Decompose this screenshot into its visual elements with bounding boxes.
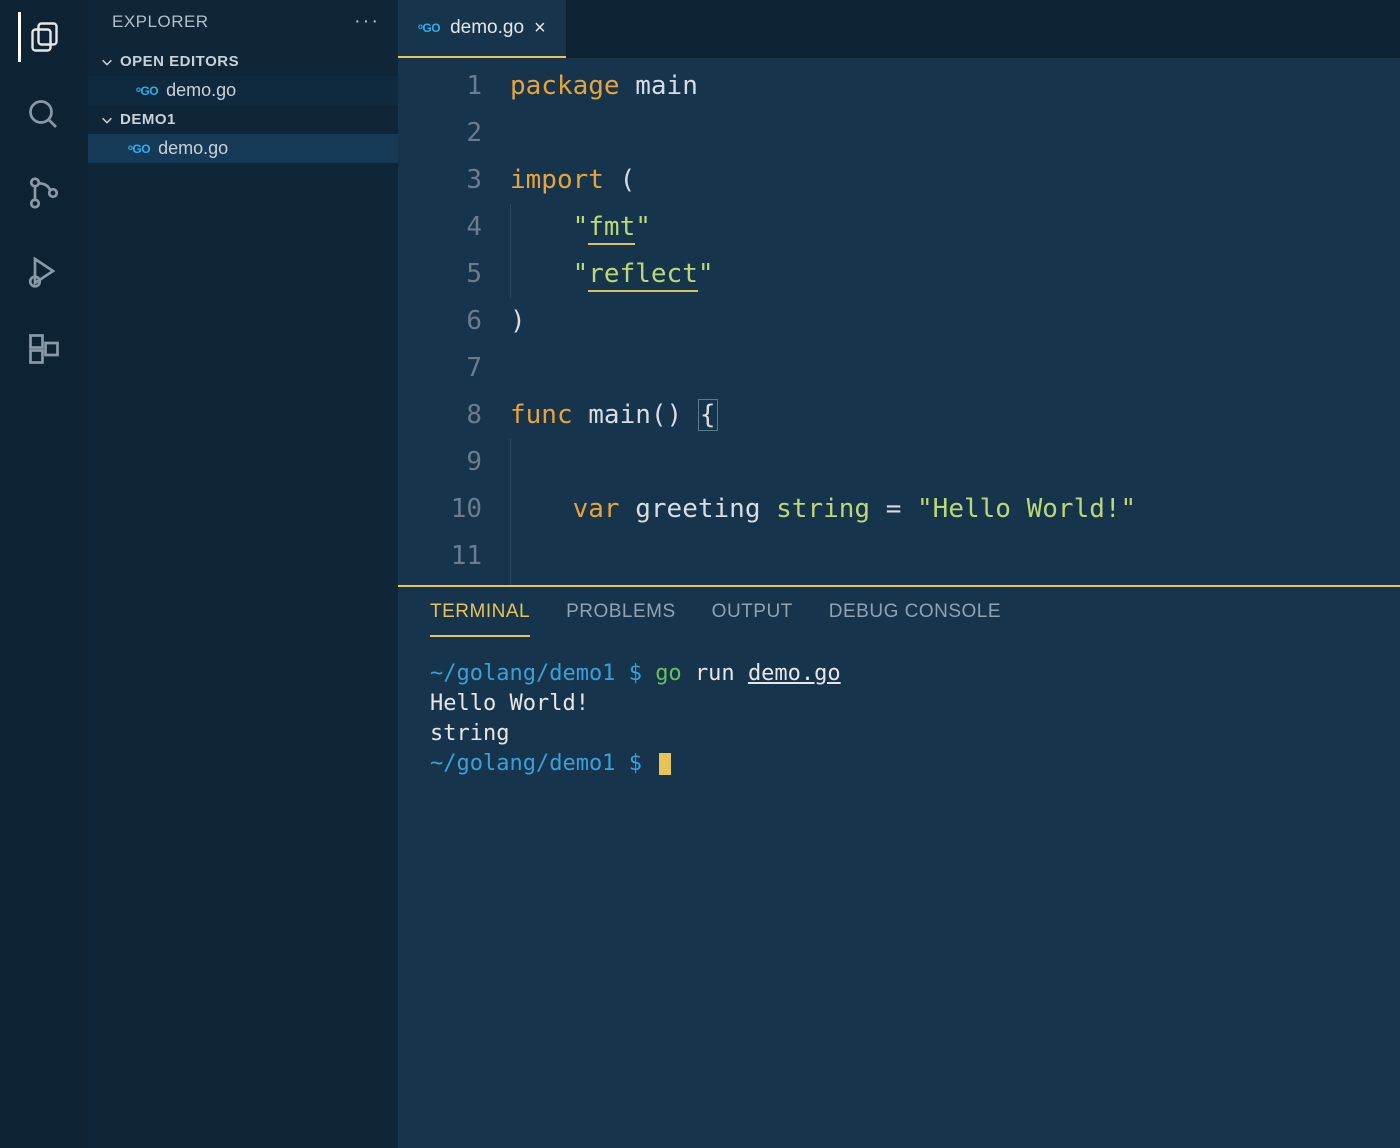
tab-debug-console[interactable]: DEBUG CONSOLE [829, 601, 1001, 637]
open-editor-filename: demo.go [166, 80, 236, 101]
open-editors-section[interactable]: OPEN EDITORS [88, 47, 398, 76]
terminal-path: ~/golang/demo1 [430, 751, 615, 776]
terminal-file: demo.go [748, 661, 841, 686]
search-icon[interactable] [19, 90, 69, 140]
tab-problems[interactable]: PROBLEMS [566, 601, 676, 637]
terminal-command: go [655, 661, 682, 686]
file-tree-item[interactable]: ᵒGO demo.go [88, 134, 398, 163]
terminal-line: ~/golang/demo1 $ go run demo.go [430, 659, 1368, 689]
bottom-panel: TERMINAL PROBLEMS OUTPUT DEBUG CONSOLE ~… [398, 585, 1400, 1148]
activity-bar [0, 0, 88, 1148]
tab-output[interactable]: OUTPUT [712, 601, 793, 637]
terminal-line: ~/golang/demo1 $ [430, 749, 1368, 779]
line-gutter: 12345678910111213141516 [398, 59, 510, 585]
code-editor[interactable]: 12345678910111213141516 package mainimpo… [398, 58, 1400, 585]
main-area: ᵒGO demo.go × 12345678910111213141516 pa… [398, 0, 1400, 1148]
code-content[interactable]: package mainimport ( "fmt" "reflect")fun… [510, 59, 1400, 585]
terminal-output[interactable]: ~/golang/demo1 $ go run demo.go Hello Wo… [398, 637, 1400, 1148]
tab-demo-go[interactable]: ᵒGO demo.go × [398, 0, 566, 58]
folder-section[interactable]: DEMO1 [88, 105, 398, 134]
file-tree-filename: demo.go [158, 138, 228, 159]
folder-label: DEMO1 [120, 111, 176, 128]
sidebar-title: EXPLORER [112, 12, 209, 32]
go-file-icon: ᵒGO [418, 21, 440, 35]
terminal-output-line: Hello World! [430, 689, 1368, 719]
tab-label: demo.go [450, 17, 524, 39]
terminal-path: ~/golang/demo1 [430, 661, 615, 686]
terminal-prompt: $ [629, 661, 656, 686]
go-file-icon: ᵒGO [136, 84, 158, 98]
go-file-icon: ᵒGO [128, 142, 150, 156]
terminal-output-line: string [430, 719, 1368, 749]
debug-icon[interactable] [19, 246, 69, 296]
source-control-icon[interactable] [19, 168, 69, 218]
open-editors-label: OPEN EDITORS [120, 53, 239, 70]
more-icon[interactable]: ··· [354, 10, 380, 33]
terminal-cursor [659, 753, 671, 775]
chevron-down-icon [100, 55, 114, 69]
chevron-down-icon [100, 113, 114, 127]
terminal-prompt: $ [629, 751, 642, 776]
panel-tabs: TERMINAL PROBLEMS OUTPUT DEBUG CONSOLE [398, 587, 1400, 637]
extensions-icon[interactable] [19, 324, 69, 374]
explorer-icon[interactable] [18, 12, 68, 62]
sidebar-header: EXPLORER ··· [88, 0, 398, 47]
editor-tabs: ᵒGO demo.go × [398, 0, 1400, 58]
tab-terminal[interactable]: TERMINAL [430, 601, 530, 637]
open-editor-item[interactable]: ᵒGO demo.go [88, 76, 398, 105]
close-icon[interactable]: × [534, 17, 546, 40]
terminal-args: run [695, 661, 748, 686]
sidebar: EXPLORER ··· OPEN EDITORS ᵒGO demo.go DE… [88, 0, 398, 1148]
